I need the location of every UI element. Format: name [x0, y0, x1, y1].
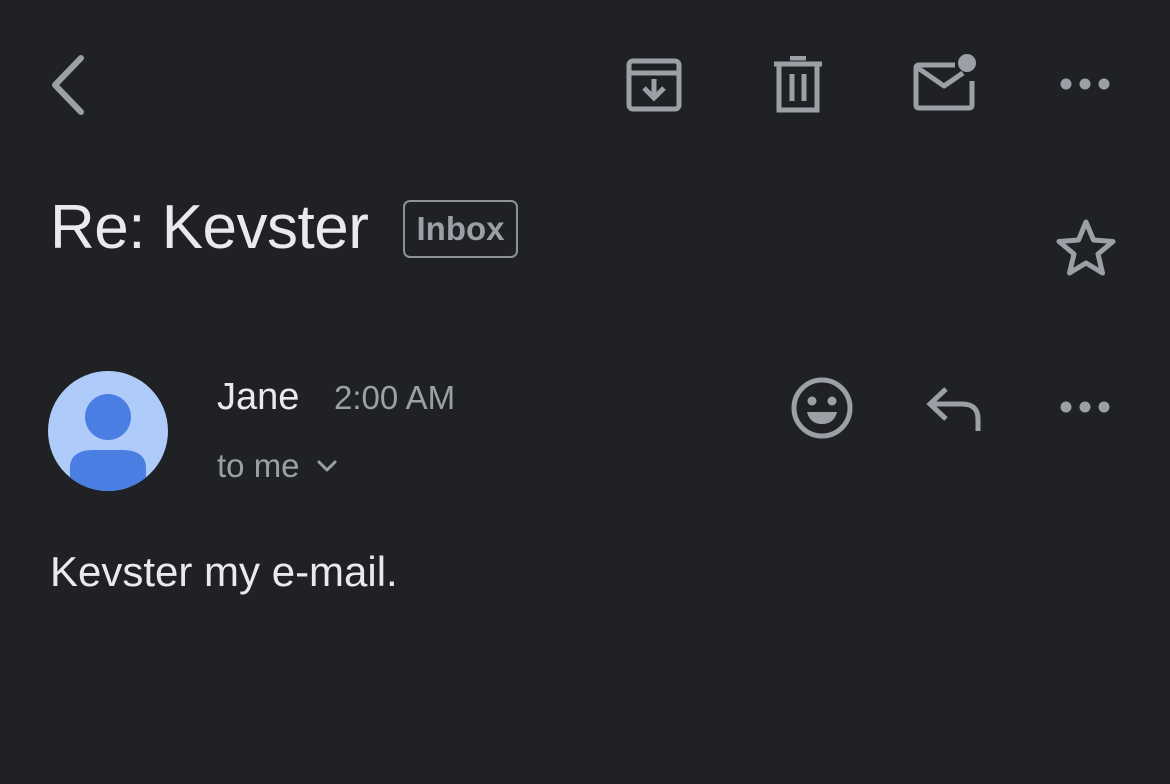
delete-button[interactable]: [763, 52, 833, 118]
sender-name: Jane: [217, 376, 300, 418]
add-reaction-button[interactable]: [786, 372, 858, 444]
star-button[interactable]: [1050, 212, 1122, 284]
star-outline-icon: [1056, 219, 1116, 276]
message-time: 2:00 AM: [334, 379, 456, 416]
trash-icon: [774, 56, 822, 113]
archive-button[interactable]: [619, 52, 689, 118]
person-icon: [70, 394, 146, 491]
back-button[interactable]: [34, 50, 100, 120]
more-horizontal-icon: [1060, 401, 1110, 413]
chevron-left-icon: [52, 55, 84, 115]
recipients-toggle[interactable]: to me: [217, 444, 338, 488]
chevron-down-icon: [317, 460, 337, 472]
inbox-label-chip[interactable]: Inbox: [403, 200, 518, 258]
avatar[interactable]: [48, 371, 168, 491]
toolbar-more-button[interactable]: [1050, 64, 1120, 104]
archive-icon: [626, 58, 682, 112]
email-body: Kevster my e-mail.: [50, 548, 398, 595]
reply-icon: [926, 387, 981, 431]
email-subject: Re: Kevster: [50, 193, 369, 262]
mark-unread-button[interactable]: [906, 50, 982, 116]
recipients-text: to me: [217, 447, 300, 484]
mail-unread-icon: [913, 54, 976, 111]
more-horizontal-icon: [1060, 78, 1110, 90]
message-more-button[interactable]: [1050, 387, 1120, 427]
reply-button[interactable]: [918, 378, 990, 438]
emoji-smile-icon: [791, 377, 853, 439]
